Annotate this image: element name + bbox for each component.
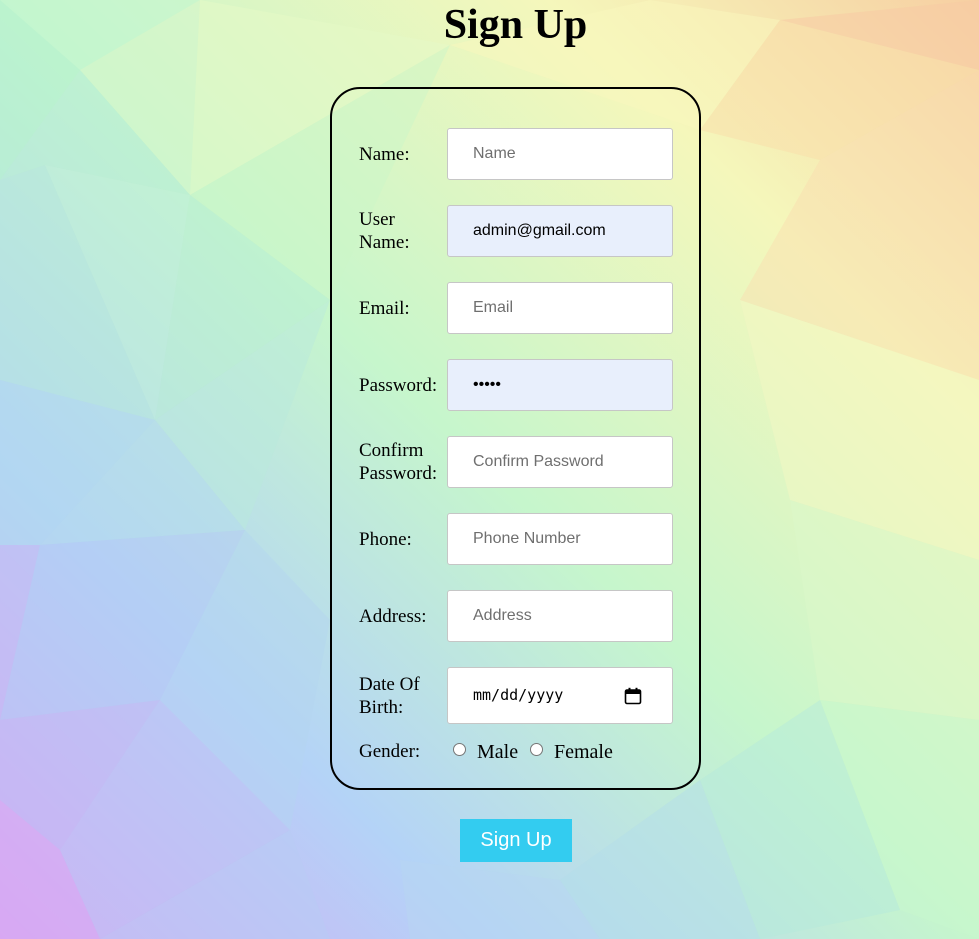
phone-row: Phone:: [359, 513, 679, 565]
name-row: Name:: [359, 128, 679, 180]
phone-input[interactable]: [447, 513, 673, 565]
page-title: Sign Up: [443, 2, 588, 48]
username-label: User Name:: [359, 209, 410, 253]
password-row: Password:: [359, 359, 679, 411]
gender-label: Gender:: [359, 741, 421, 762]
gender-female-label[interactable]: Female: [554, 741, 613, 764]
name-label: Name:: [359, 144, 410, 165]
phone-label: Phone:: [359, 529, 412, 550]
dob-placeholder: mm/dd/yyyy: [473, 686, 564, 704]
gender-female-radio[interactable]: [530, 743, 543, 756]
email-label: Email:: [359, 298, 410, 319]
dob-row: Date Of Birth: mm/dd/yyyy: [359, 667, 679, 724]
username-input[interactable]: [447, 205, 673, 257]
confirm-password-row: Confirm Password:: [359, 436, 679, 488]
dob-input[interactable]: mm/dd/yyyy: [447, 667, 673, 724]
dob-label: Date Of Birth:: [359, 674, 420, 718]
password-label: Password:: [359, 375, 438, 396]
password-input[interactable]: [447, 359, 673, 411]
calendar-icon[interactable]: [624, 687, 642, 705]
address-row: Address:: [359, 590, 679, 642]
address-label: Address:: [359, 606, 427, 627]
email-row: Email:: [359, 282, 679, 334]
confirm-password-label: Confirm Password:: [359, 440, 438, 484]
username-row: User Name:: [359, 205, 679, 257]
confirm-password-input[interactable]: [447, 436, 673, 488]
gender-male-radio[interactable]: [453, 743, 466, 756]
gender-male-label[interactable]: Male: [477, 741, 518, 764]
sign-up-button[interactable]: Sign Up: [460, 819, 572, 862]
address-input[interactable]: [447, 590, 673, 642]
name-input[interactable]: [447, 128, 673, 180]
email-input[interactable]: [447, 282, 673, 334]
gender-row: Gender: Male Female: [359, 741, 679, 767]
